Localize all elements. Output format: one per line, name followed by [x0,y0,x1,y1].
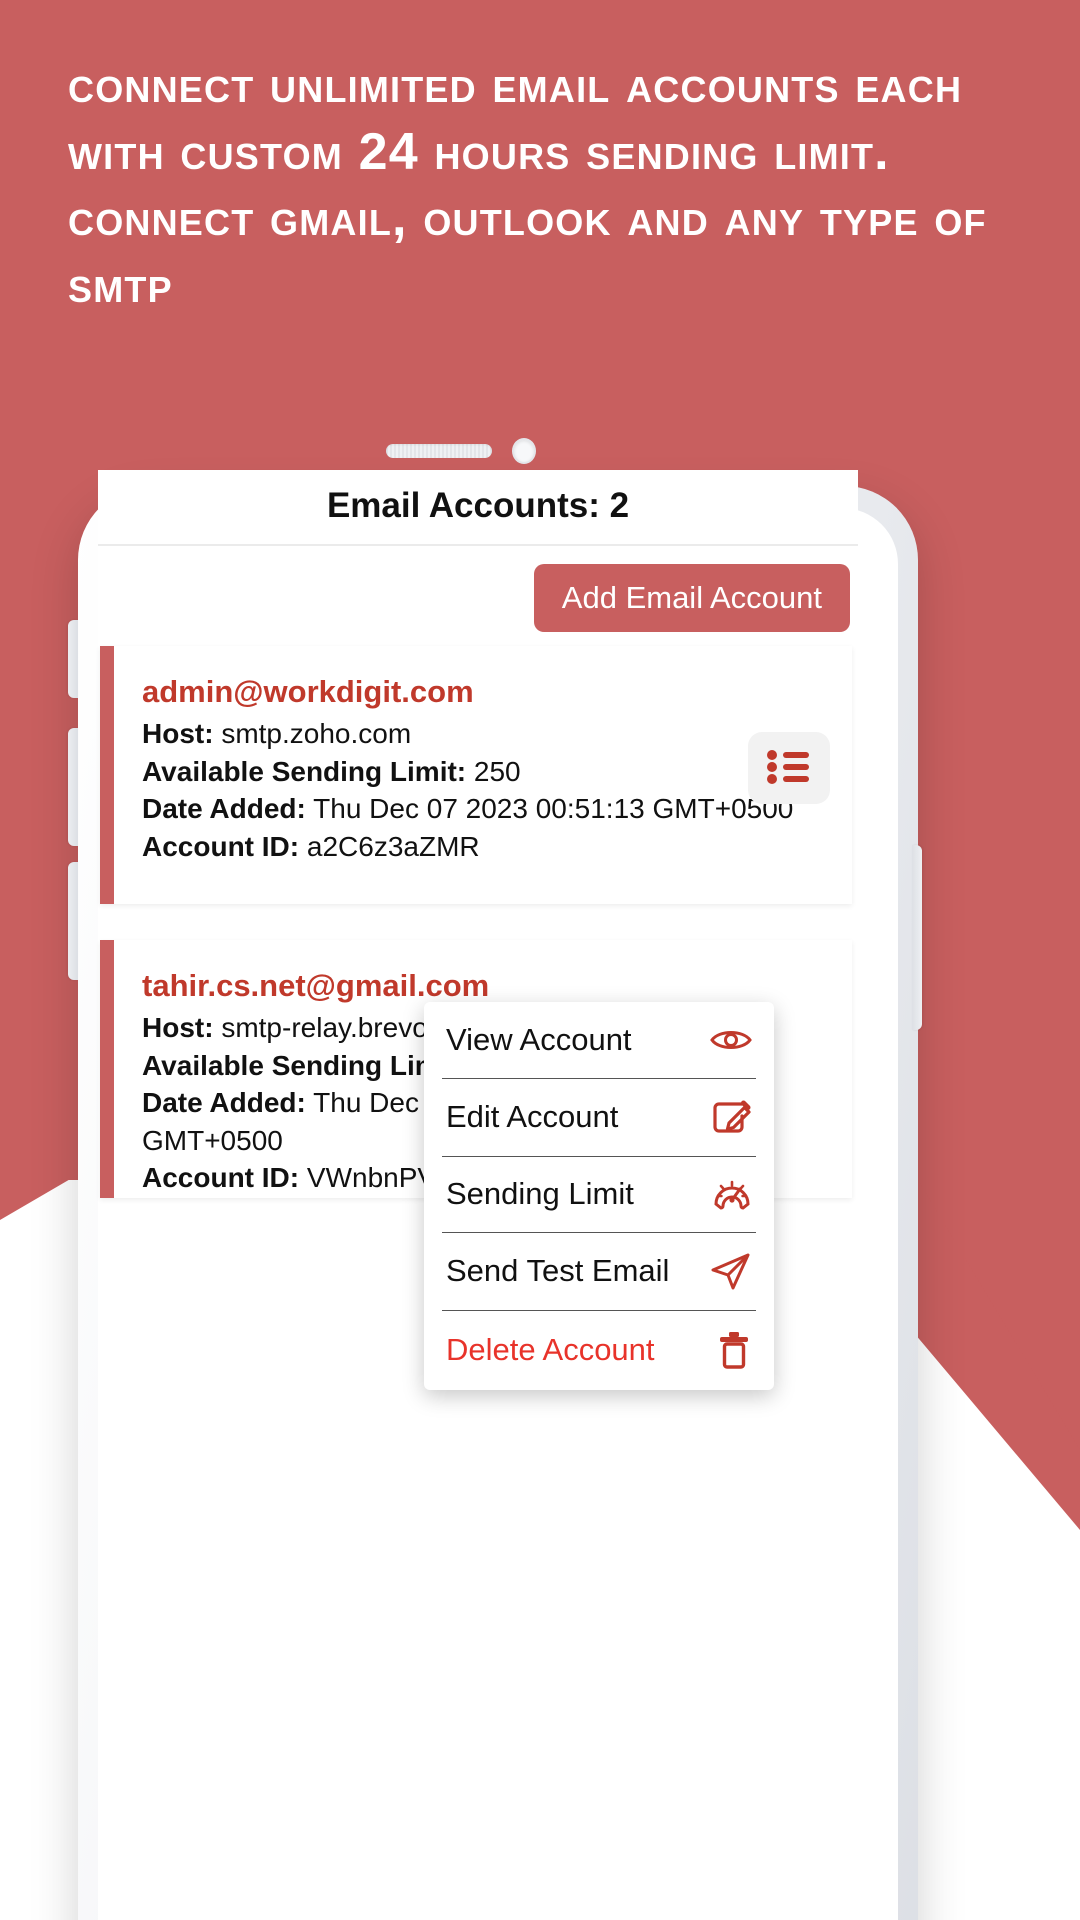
date-label: Date Added: [142,1087,306,1119]
menu-item-delete-account[interactable]: Delete Account [424,1310,774,1390]
page-title: Email Accounts: 2 [326,486,630,525]
menu-item-label: Delete Account [446,1332,655,1367]
menu-item-label: Sending Limit [446,1176,634,1211]
account-email: tahir.cs.net@gmail.com [142,968,490,1003]
limit-label: Available Sending Limit: [142,755,467,787]
phone-power-button [912,845,922,1030]
account-menu-button[interactable] [748,732,830,804]
account-limit-row: Available Sending Limit: 250 [142,753,830,791]
date-value: Thu Dec 07 2023 00:51:13 GMT+0500 [313,793,794,825]
account-date-row: Date Added: Thu Dec 07 2023 00:51:13 GMT… [142,790,830,828]
gauge-icon [712,1176,752,1212]
menu-item-send-test-email[interactable]: Send Test Email [424,1232,774,1310]
menu-item-label: Send Test Email [446,1253,670,1288]
menu-item-label: View Account [446,1022,632,1057]
host-value: smtp.zoho.com [221,718,412,749]
account-id-label: Account ID: [142,1162,300,1194]
limit-label: Available Sending Limit: [142,1049,467,1081]
eye-icon [710,1025,752,1055]
trash-icon [716,1330,752,1370]
menu-item-sending-limit[interactable]: Sending Limit [424,1156,774,1232]
title-divider [98,544,858,546]
list-icon [766,749,812,788]
paper-plane-icon [710,1252,752,1290]
account-host-row: Host: smtp.zoho.com [142,715,830,753]
phone-mute-switch [68,620,78,698]
phone-front-camera [512,438,536,464]
account-context-menu[interactable]: View Account Edit Account Sending Limit [424,1002,774,1390]
account-id-row: Account ID: a2C6z3aZMR [142,828,830,866]
promo-headline: Connect Unlimited email accounts each wi… [68,56,987,314]
menu-item-edit-account[interactable]: Edit Account [424,1078,774,1156]
promo-screenshot: Connect Unlimited email accounts each wi… [0,0,1080,1920]
phone-volume-down-button [68,862,78,980]
account-id-value: a2C6z3aZMR [306,830,480,862]
menu-item-view-account[interactable]: View Account [424,1002,774,1078]
limit-value: 250 [473,755,521,787]
email-account-card-body: admin@workdigit.com Host: smtp.zoho.com … [114,646,852,875]
add-email-account-button[interactable]: Add Email Account [533,564,850,632]
account-id-label: Account ID: [142,830,300,862]
phone-earpiece-speaker [386,444,492,458]
menu-item-label: Edit Account [446,1099,619,1134]
edit-pencil-icon [712,1098,752,1136]
account-email: admin@workdigit.com [142,674,474,709]
host-label: Host: [142,1012,214,1043]
host-label: Host: [142,718,214,749]
phone-volume-up-button [68,728,78,846]
date-label: Date Added: [142,793,306,825]
email-account-card[interactable]: admin@workdigit.com Host: smtp.zoho.com … [100,646,852,904]
